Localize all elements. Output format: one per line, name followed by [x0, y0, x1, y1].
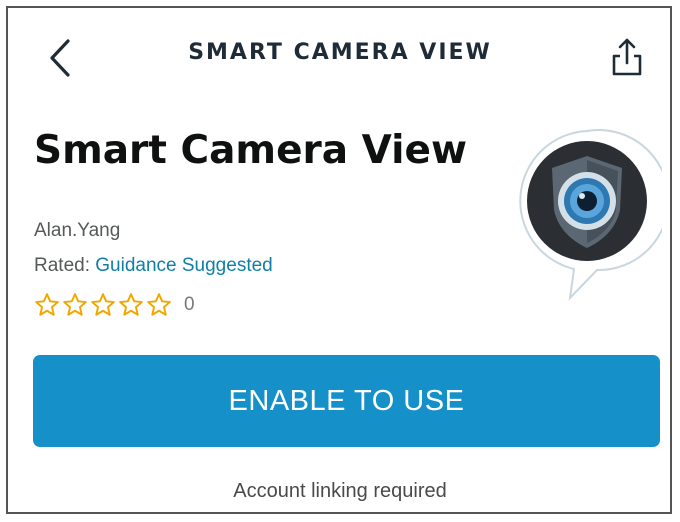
security-camera-shield-icon	[519, 129, 662, 301]
star-icon	[119, 293, 143, 316]
skill-title: Smart Camera View	[34, 128, 467, 173]
page-title: SMART CAMERA VIEW	[188, 40, 492, 65]
guidance-link[interactable]: Guidance Suggested	[95, 255, 272, 276]
star-icon	[63, 293, 87, 316]
developer-name: Alan.Yang	[34, 220, 121, 241]
star-icon	[35, 293, 59, 316]
star-rating[interactable]: 0	[34, 292, 195, 318]
rated-label: Rated:	[34, 255, 96, 276]
share-button[interactable]	[605, 34, 649, 80]
star-icon	[147, 293, 171, 316]
content-rating: Rated: Guidance Suggested	[34, 255, 273, 277]
star-icon	[91, 293, 115, 316]
share-icon	[612, 38, 642, 76]
enable-to-use-button[interactable]: ENABLE TO USE	[33, 355, 660, 447]
account-linking-note: Account linking required	[233, 480, 447, 502]
review-count: 0	[184, 294, 195, 315]
